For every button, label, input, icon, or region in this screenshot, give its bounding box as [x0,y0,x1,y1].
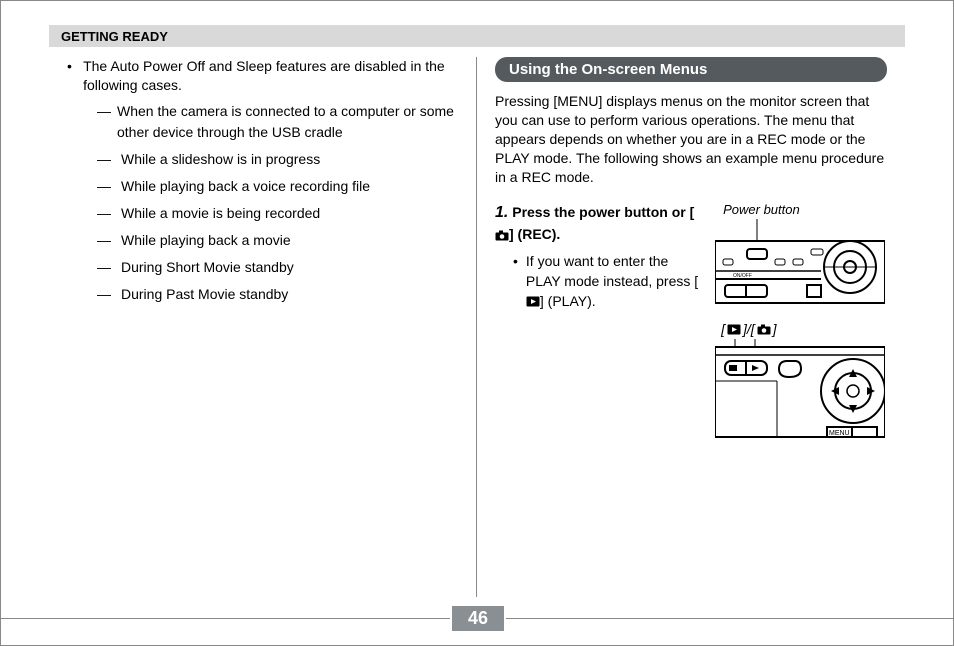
diagram-caption: Power button [715,202,887,217]
camera-top-diagram: ON/OFF [715,219,885,305]
step-text: 1. Press the power button or [] (REC). •… [495,202,705,455]
intro-text: The Auto Power Off and Sleep features ar… [83,57,458,95]
section-title: GETTING READY [61,29,168,44]
list-item: —During Short Movie standby [97,257,458,278]
step-heading: 1. Press the power button or [] (REC). [495,202,705,244]
play-icon [526,296,540,307]
camera-back-diagram: MENU [715,339,885,439]
step-1: 1. Press the power button or [] (REC). •… [495,202,887,455]
list-item: —During Past Movie standby [97,284,458,305]
list-item: —When the camera is connected to a compu… [97,101,458,143]
play-icon [727,321,741,337]
section-header: GETTING READY [49,25,905,47]
list-item: —While a slideshow is in progress [97,149,458,170]
page-number: 46 [452,606,504,631]
svg-text:ON/OFF: ON/OFF [733,273,752,279]
step-sub: • If you want to enter the PLAY mode ins… [495,252,705,311]
left-column: • The Auto Power Off and Sleep features … [49,57,477,597]
step-number: 1. [495,204,508,221]
list-item: —While playing back a movie [97,230,458,251]
content-columns: • The Auto Power Off and Sleep features … [49,57,905,597]
cases-list: —When the camera is connected to a compu… [67,101,458,305]
list-item: —While a movie is being recorded [97,203,458,224]
diagram-area: Power button [715,202,887,455]
footer-rule [1,618,450,619]
bullet-intro: • The Auto Power Off and Sleep features … [67,57,458,95]
bullet-glyph: • [513,252,518,311]
intro-paragraph: Pressing [MENU] displays menus on the mo… [495,92,887,186]
bullet-glyph: • [67,57,75,95]
camera-icon [495,230,509,241]
list-item: —While playing back a voice recording fi… [97,176,458,197]
svg-text:MENU: MENU [829,430,850,437]
camera-icon [757,321,771,337]
page-footer: 46 [1,606,954,631]
footer-rule [506,618,954,619]
mode-icons-label: [ ]/[ ] [715,321,887,337]
right-column: Using the On-screen Menus Pressing [MENU… [477,57,905,597]
subsection-title: Using the On-screen Menus [495,57,887,82]
